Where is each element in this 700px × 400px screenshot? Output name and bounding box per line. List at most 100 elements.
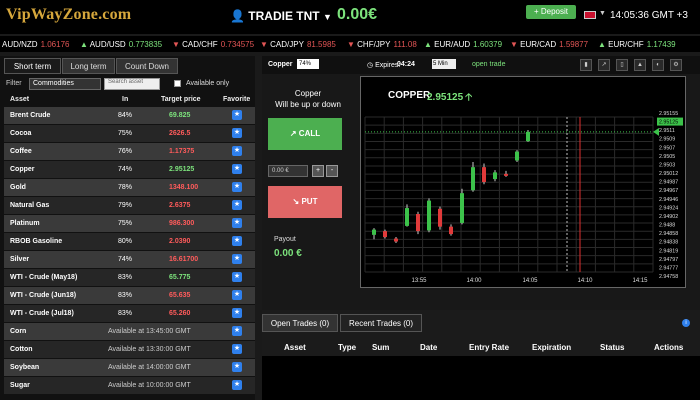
settings-icon[interactable]: ⚙ xyxy=(670,59,682,71)
star-icon[interactable]: ★ xyxy=(232,110,242,120)
candle xyxy=(482,167,486,183)
y-tick-label: 2.95012 xyxy=(659,171,678,177)
arrow-down-icon: ▼ xyxy=(347,40,358,49)
percent-select[interactable]: 74% xyxy=(297,59,319,69)
candle xyxy=(383,231,387,238)
asset-percent: 83% xyxy=(118,274,133,281)
decrease-amount-button[interactable]: - xyxy=(326,165,338,177)
ticker-value: 0.773835 xyxy=(128,40,163,49)
user-icon: 👤 xyxy=(230,9,245,23)
y-tick-label: 2.9511 xyxy=(659,128,675,134)
star-icon[interactable]: ★ xyxy=(232,164,242,174)
star-icon[interactable]: ★ xyxy=(232,254,242,264)
table-row[interactable]: RBOB Gasoline 80% 2.0390 ★ xyxy=(4,233,255,250)
asset-name: Silver xyxy=(10,256,30,263)
table-row[interactable]: Cotton Available at 13:30:00 GMT ★ xyxy=(4,341,255,358)
expires-time: 04:24 xyxy=(397,61,415,68)
star-icon[interactable]: ★ xyxy=(232,308,242,318)
asset-price: 2.6375 xyxy=(169,202,191,209)
star-icon[interactable]: ★ xyxy=(232,344,242,354)
table-row[interactable]: Brent Crude 84% 69.825 ★ xyxy=(4,107,255,124)
asset-name: Gold xyxy=(10,184,26,191)
expiry-select[interactable]: 5 Min xyxy=(432,59,456,69)
payout-value: 0.00 € xyxy=(274,248,302,259)
table-row[interactable]: Soybean Available at 14:00:00 GMT ★ xyxy=(4,359,255,376)
table-row[interactable]: Platinum 75% 986.300 ★ xyxy=(4,215,255,232)
user-menu[interactable]: 👤 TRADIE TNT ▼ xyxy=(230,9,332,23)
star-icon[interactable]: ★ xyxy=(232,218,242,228)
y-tick-label: 2.94758 xyxy=(659,274,678,280)
candle xyxy=(394,238,398,242)
star-icon[interactable]: ★ xyxy=(232,182,242,192)
asset-name: Corn xyxy=(10,328,27,335)
table-row[interactable]: WTI - Crude (May18) 83% 65.775 ★ xyxy=(4,269,255,286)
logo[interactable]: VipWayZone.com xyxy=(6,6,131,24)
star-icon[interactable]: ★ xyxy=(232,362,242,372)
star-icon[interactable]: ★ xyxy=(232,128,242,138)
table-row[interactable]: Silver 74% 16.61700 ★ xyxy=(4,251,255,268)
star-icon[interactable]: ★ xyxy=(232,290,242,300)
ticker-pair: CAD/JPY xyxy=(270,40,304,49)
ticker-value: 0.734575 xyxy=(220,40,255,49)
balance: 0.00€ xyxy=(337,6,378,23)
asset-percent: 84% xyxy=(118,112,133,119)
candle-chart-icon[interactable]: ▯ xyxy=(616,59,628,71)
search-input[interactable]: Search asset xyxy=(104,78,160,90)
asset-name: Copper xyxy=(10,166,35,173)
star-icon[interactable]: ★ xyxy=(232,236,242,246)
tab-long-term[interactable]: Long term xyxy=(62,58,115,74)
deposit-button[interactable]: + Deposit xyxy=(526,5,576,19)
asset-name: WTI - Crude (May18) xyxy=(10,274,78,281)
asset-price: 16.61700 xyxy=(169,256,199,263)
x-tick-label: 14:15 xyxy=(632,278,648,284)
category-select[interactable]: Commodities xyxy=(29,78,101,90)
chevron-down-icon: ▼ xyxy=(322,12,332,22)
table-row[interactable]: WTI - Crude (Jul18) 83% 65.260 ★ xyxy=(4,305,255,322)
line-chart-icon[interactable]: ↗ xyxy=(598,59,610,71)
star-icon[interactable]: ★ xyxy=(232,146,242,156)
tab-recent-trades[interactable]: Recent Trades (0) xyxy=(340,314,422,332)
availability-text: Available at 14:00:00 GMT xyxy=(108,364,191,371)
table-row[interactable]: WTI - Crude (Jun18) 83% 65.635 ★ xyxy=(4,287,255,304)
table-row[interactable]: Corn Available at 13:45:00 GMT ★ xyxy=(4,323,255,340)
star-icon[interactable]: ★ xyxy=(232,380,242,390)
star-icon[interactable]: ★ xyxy=(232,272,242,282)
asset-price: 2626.5 xyxy=(169,130,191,137)
table-row[interactable]: Natural Gas 79% 2.6375 ★ xyxy=(4,197,255,214)
amount-input[interactable]: 0.00 € xyxy=(268,165,308,177)
tab-open-trades[interactable]: Open Trades (0) xyxy=(262,314,338,332)
tab-count-down[interactable]: Count Down xyxy=(116,58,178,74)
table-row[interactable]: Cocoa 75% 2626.5 ★ xyxy=(4,125,255,142)
candle xyxy=(438,208,442,227)
put-button[interactable]: ↘ PUT xyxy=(268,186,342,218)
y-tick-label: 2.95155 xyxy=(659,111,678,117)
ticker-value: 81.5985 xyxy=(306,40,336,49)
area-chart-icon[interactable]: ▲ xyxy=(634,59,646,71)
call-button[interactable]: ↗ CALL xyxy=(268,118,342,150)
table-row[interactable]: Coffee 76% 1.17375 ★ xyxy=(4,143,255,160)
flag-icon[interactable] xyxy=(584,11,596,19)
increase-amount-button[interactable]: + xyxy=(312,165,324,177)
available-only-checkbox[interactable] xyxy=(174,80,181,87)
tab-short-term[interactable]: Short term xyxy=(4,58,61,74)
bar-chart-icon[interactable]: ▮ xyxy=(580,59,592,71)
table-row[interactable]: Sugar Available at 10:00:00 GMT ★ xyxy=(4,377,255,394)
ticker-pair: EUR/CHF xyxy=(608,40,644,49)
ticker-pair: EUR/AUD xyxy=(434,40,471,49)
trend-down-icon: ↘ xyxy=(292,197,300,206)
table-row[interactable]: Gold 78% 1348.100 ★ xyxy=(4,179,255,196)
asset-name: Platinum xyxy=(10,220,40,227)
y-tick-label: 2.9505 xyxy=(659,154,675,160)
y-tick-label: 2.94838 xyxy=(659,240,678,246)
star-icon[interactable]: ★ xyxy=(232,326,242,336)
price-chart[interactable]: COPPER 2.95125 🡡 2.95155 2.95125 2.9511 2.95… xyxy=(360,76,686,288)
control-asset: Copper Will be up or down xyxy=(268,88,348,110)
info-icon[interactable]: i xyxy=(682,319,690,327)
chevron-down-icon[interactable]: ▼ xyxy=(599,10,606,17)
table-row[interactable]: Copper 74% 2.95125 ★ xyxy=(4,161,255,178)
trades-table-body xyxy=(262,356,700,400)
contrast-icon[interactable]: ◐ xyxy=(652,59,664,71)
ticker-pair: CAD/CHF xyxy=(182,40,218,49)
star-icon[interactable]: ★ xyxy=(232,200,242,210)
open-trade-link[interactable]: open trade xyxy=(472,61,505,68)
